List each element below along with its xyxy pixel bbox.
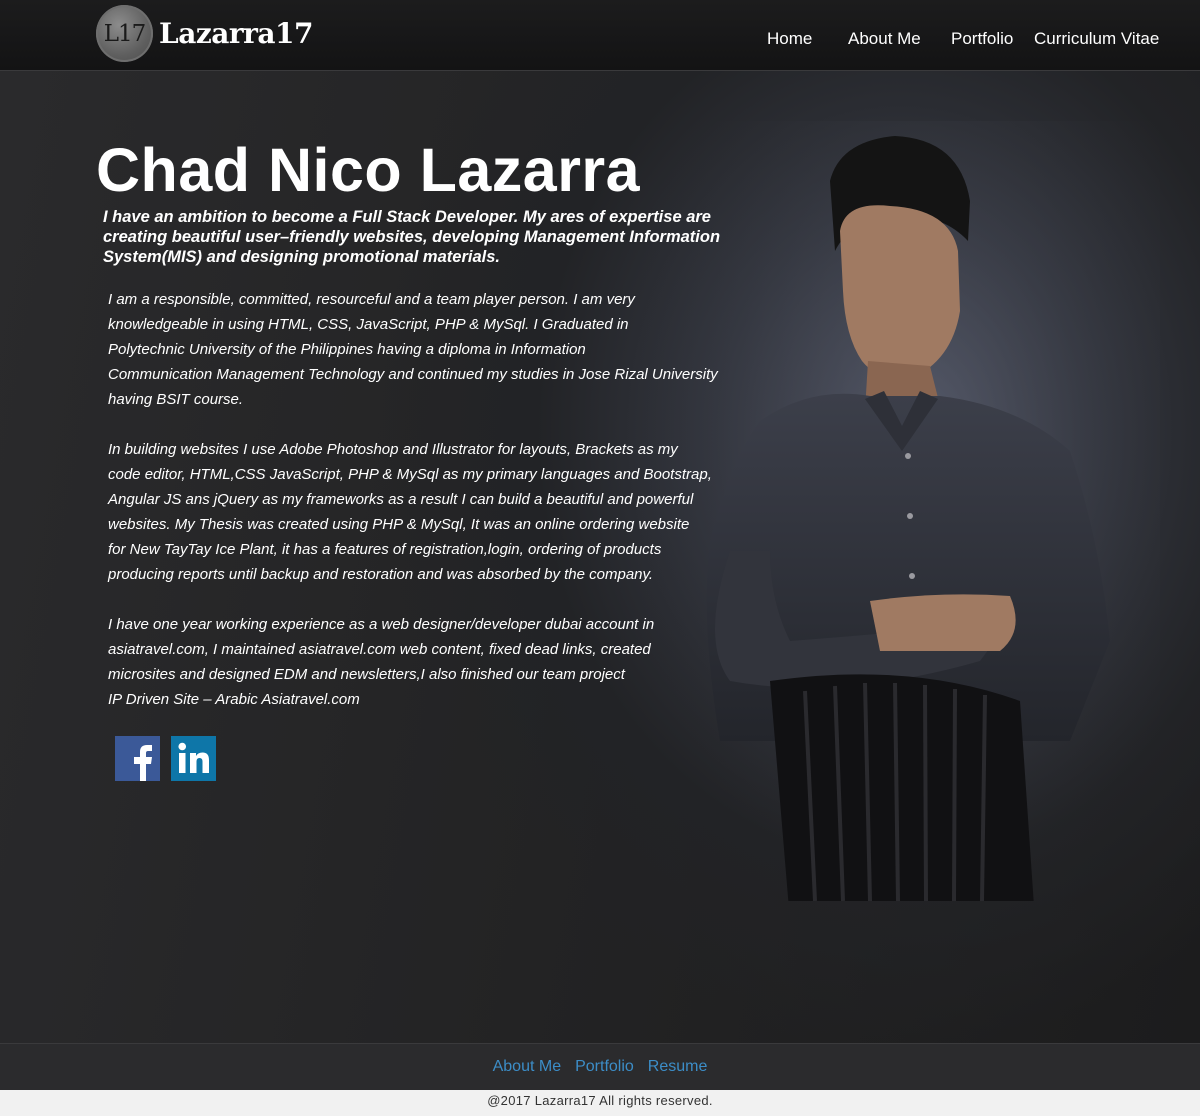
linkedin-icon: [171, 736, 216, 781]
logo-badge: L17: [96, 5, 153, 62]
page: L17 Lazarra17 Home About Me Portfolio Cu…: [0, 0, 1200, 1116]
nav-about-me[interactable]: About Me: [848, 29, 921, 49]
site-header: L17 Lazarra17 Home About Me Portfolio Cu…: [0, 0, 1200, 71]
profile-name: Chad Nico Lazarra: [96, 136, 641, 204]
linkedin-link[interactable]: [171, 736, 216, 781]
footer-link-resume[interactable]: Resume: [648, 1058, 708, 1076]
profile-tagline: I have an ambition to become a Full Stac…: [103, 208, 721, 266]
footer-link-about-me[interactable]: About Me: [493, 1058, 561, 1076]
logo-text: Lazarra17: [159, 17, 313, 50]
hero-section: Chad Nico Lazarra I have an ambition to …: [0, 71, 1200, 1043]
nav-curriculum-vitae[interactable]: Curriculum Vitae: [1034, 29, 1159, 49]
profile-bio: I am a responsible, committed, resourcef…: [108, 287, 738, 737]
copyright-notice: @2017 Lazarra17 All rights reserved.: [0, 1090, 1200, 1116]
social-links: [115, 736, 216, 781]
bio-paragraph: In building websites I use Adobe Photosh…: [108, 441, 712, 583]
nav-portfolio[interactable]: Portfolio: [951, 29, 1013, 49]
footer-link-portfolio[interactable]: Portfolio: [575, 1058, 634, 1076]
site-logo[interactable]: L17 Lazarra17: [96, 5, 313, 62]
nav-home[interactable]: Home: [767, 29, 812, 49]
bio-paragraph: I have one year working experience as a …: [108, 616, 655, 708]
facebook-icon: [115, 736, 160, 781]
facebook-link[interactable]: [115, 736, 160, 781]
footer-nav: About Me Portfolio Resume: [0, 1043, 1200, 1090]
bio-paragraph: I am a responsible, committed, resourcef…: [108, 291, 718, 408]
